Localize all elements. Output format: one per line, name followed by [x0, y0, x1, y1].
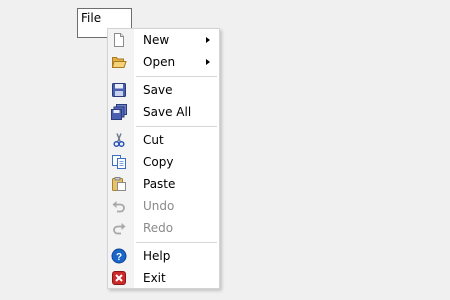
menu-separator [136, 76, 217, 77]
menu-item-label: Cut [143, 133, 164, 147]
file-dropdown-menu: New Open Save Save All Cut Copy Paste Un… [107, 28, 220, 289]
menu-item-label: Exit [143, 271, 166, 285]
help-icon: ? [111, 248, 127, 264]
menu-item-save[interactable]: Save [108, 79, 219, 101]
menu-item-help[interactable]: ? Help [108, 245, 219, 267]
undo-icon [111, 198, 127, 214]
menu-item-copy[interactable]: Copy [108, 151, 219, 173]
save-all-icon [111, 104, 127, 120]
menu-item-label: Open [143, 55, 176, 69]
open-folder-icon [111, 54, 127, 70]
menu-item-label: Paste [143, 177, 176, 191]
menu-separator [136, 242, 217, 243]
menu-item-label: New [143, 33, 170, 47]
file-menu-label: File [81, 11, 102, 25]
menu-item-label: Save All [143, 105, 192, 119]
redo-icon [111, 220, 127, 236]
submenu-arrow-icon [206, 37, 210, 43]
menu-item-label: Undo [143, 199, 175, 213]
menu-item-redo[interactable]: Redo [108, 217, 219, 239]
menu-separator [136, 126, 217, 127]
menu-item-paste[interactable]: Paste [108, 173, 219, 195]
menu-item-save-all[interactable]: Save All [108, 101, 219, 123]
submenu-arrow-icon [206, 59, 210, 65]
menu-item-label: Copy [143, 155, 174, 169]
menu-item-cut[interactable]: Cut [108, 129, 219, 151]
copy-icon [111, 154, 127, 170]
menu-item-label: Redo [143, 221, 174, 235]
exit-icon [111, 270, 127, 286]
cut-icon [111, 132, 127, 148]
menu-item-label: Save [143, 83, 173, 97]
new-document-icon [111, 32, 127, 48]
menu-item-open[interactable]: Open [108, 51, 219, 73]
menu-item-new[interactable]: New [108, 29, 219, 51]
menu-item-exit[interactable]: Exit [108, 267, 219, 289]
save-icon [111, 82, 127, 98]
paste-icon [111, 176, 127, 192]
menu-item-label: Help [143, 249, 171, 263]
svg-text:?: ? [116, 252, 122, 263]
menu-item-undo[interactable]: Undo [108, 195, 219, 217]
